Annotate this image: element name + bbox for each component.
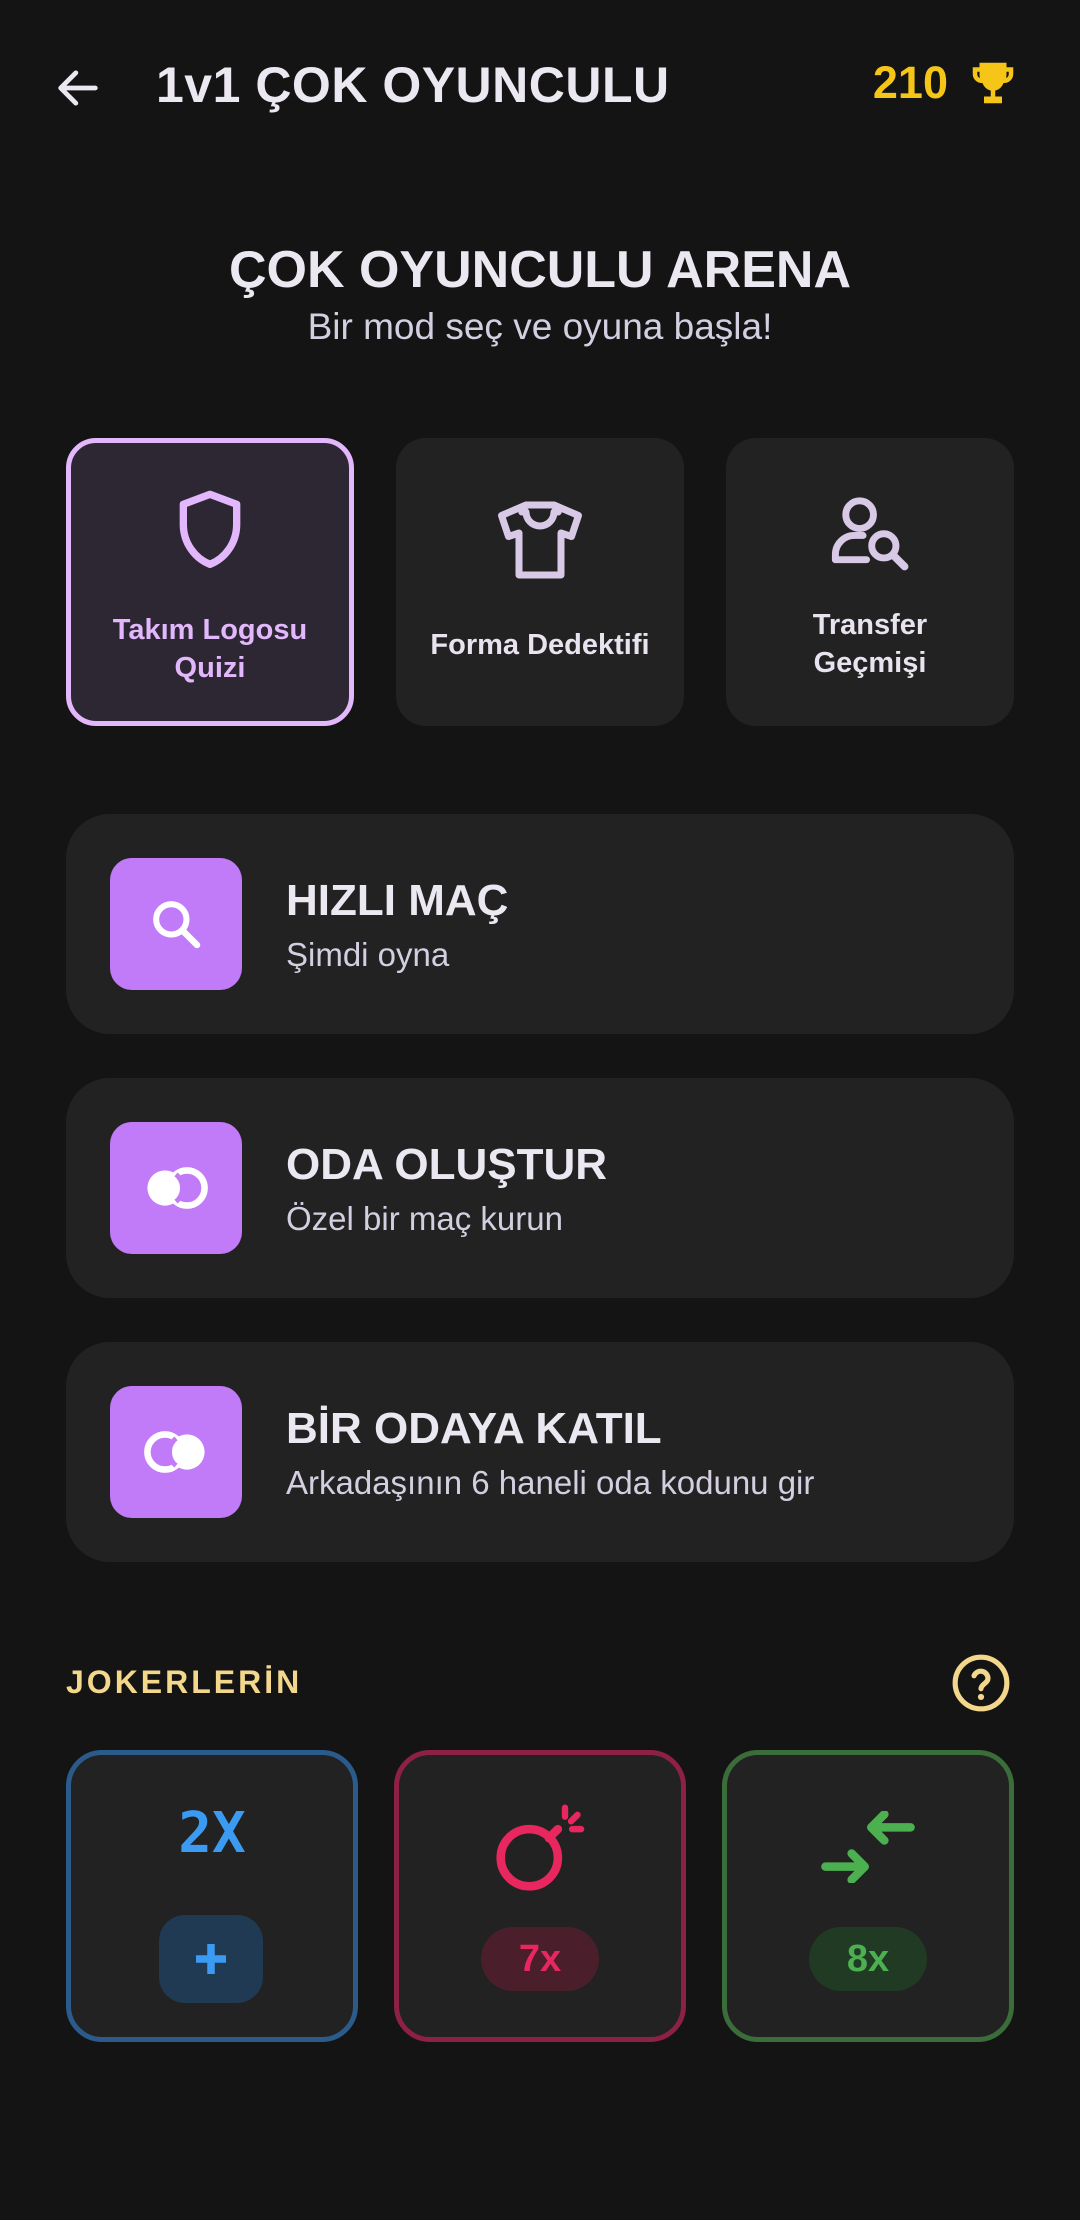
top-app-bar: 1v1 ÇOK OYUNCULU 210 [0,0,1080,175]
user-search-icon [831,497,909,571]
rings-icon [147,1167,208,1209]
action-icon-box [110,1386,242,1518]
mode-card-jersey-detective[interactable]: Forma Dedektifi [396,438,684,726]
mode-card-transfer-history[interactable]: Transfer Geçmişi [726,438,1014,726]
action-title: BİR ODAYA KATIL [286,1404,662,1453]
action-subtitle: Arkadaşının 6 haneli oda kodunu gir [286,1464,815,1501]
jokers-section-title: JOKERLERİN [66,1664,303,1700]
arrows-in-icon [821,1811,915,1883]
multiplayer-screen: 1v1 ÇOK OYUNCULU 210 ÇOK OYUNCULU ARENA … [0,0,1080,2220]
joker-bomb[interactable]: 7x [394,1750,686,2042]
question-circle-icon [952,1654,1010,1712]
action-icon-box [110,858,242,990]
shirt-icon [498,501,582,579]
mode-label: Forma Dedektifi [430,629,650,661]
arena-subtitle: Bir mod seç ve oyuna başla! [307,306,773,347]
mode-label: Takım Logosu Quizi [112,614,308,684]
joker-eliminate[interactable]: 8x [722,1750,1014,2042]
mode-label: Transfer Geçmişi [812,609,928,679]
action-icon-box [110,1122,242,1254]
rings-icon [144,1431,205,1473]
join-room-button[interactable]: BİR ODAYA KATIL Arkadaşının 6 haneli oda… [66,1342,1014,1562]
double-points-icon: 2X [178,1801,246,1866]
action-subtitle: Şimdi oyna [286,936,450,973]
plus-icon [196,1944,226,1974]
action-subtitle: Özel bir maç kurun [286,1200,563,1237]
search-icon [153,901,201,949]
arrow-left-icon [58,70,98,106]
action-title: HIZLI MAÇ [286,876,509,925]
action-title: ODA OLUŞTUR [286,1140,608,1189]
joker-count: 7x [481,1927,599,1991]
joker-count: 8x [809,1927,927,1991]
page-title: 1v1 ÇOK OYUNCULU [156,57,670,113]
trophy-icon [972,62,1014,104]
help-button[interactable] [950,1652,1012,1714]
mode-card-team-logo[interactable]: Takım Logosu Quizi [66,438,354,726]
add-joker-button[interactable] [159,1915,263,2003]
score-value: 210 [872,57,948,108]
score-display: 210 [873,56,1020,110]
bomb-icon [496,1804,585,1891]
shield-icon [179,490,241,568]
joker-double-points[interactable]: 2X [66,1750,358,2042]
quick-match-button[interactable]: HIZLI MAÇ Şimdi oyna [66,814,1014,1034]
create-room-button[interactable]: ODA OLUŞTUR Özel bir maç kurun [66,1078,1014,1298]
arena-title: ÇOK OYUNCULU ARENA [228,241,852,299]
back-button[interactable] [46,52,110,124]
